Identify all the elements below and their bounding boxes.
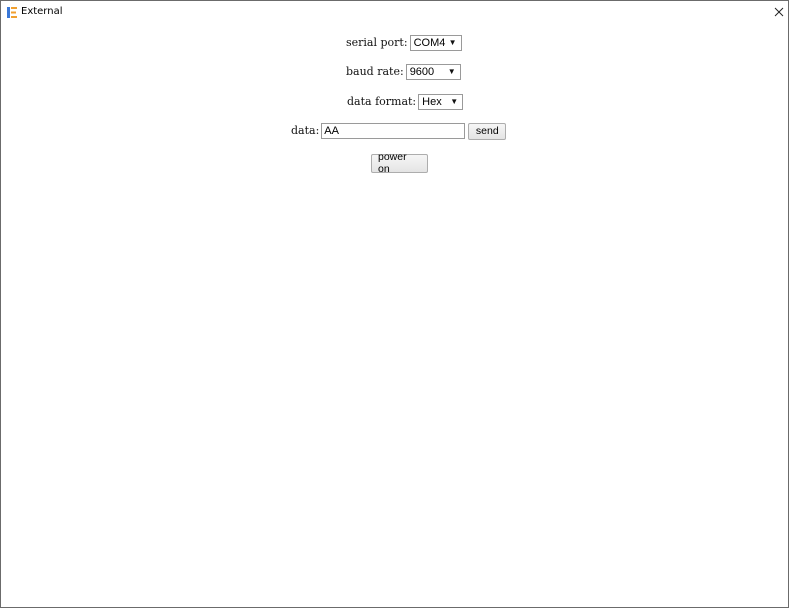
data-row: data: AA send: [291, 122, 507, 140]
send-button[interactable]: send: [468, 122, 507, 140]
close-icon[interactable]: [771, 4, 787, 20]
serial-port-value: COM4: [413, 37, 446, 49]
content-area: serial port: COM4 ▼ baud rate: 9600 ▼ da…: [1, 23, 788, 607]
serial-port-label: serial port:: [346, 36, 408, 49]
data-input[interactable]: AA: [321, 123, 466, 139]
baud-rate-value: 9600: [409, 66, 435, 78]
data-format-row: data format: Hex ▼: [347, 93, 464, 111]
app-window: External serial port: COM4 ▼ baud rate: …: [0, 0, 789, 608]
data-label: data:: [291, 124, 320, 137]
dropdown-arrow-icon: ▼: [450, 97, 459, 106]
serial-port-row: serial port: COM4 ▼: [346, 34, 462, 52]
baud-rate-label: baud rate:: [346, 65, 404, 78]
data-format-select[interactable]: Hex ▼: [418, 94, 464, 110]
external-app-icon: [7, 7, 17, 18]
dropdown-arrow-icon: ▼: [447, 67, 456, 76]
data-format-label: data format:: [347, 95, 417, 108]
title-bar[interactable]: External: [1, 1, 788, 23]
power-on-row: power on: [371, 151, 428, 175]
baud-rate-select[interactable]: 9600 ▼: [405, 64, 461, 80]
serial-port-select[interactable]: COM4 ▼: [409, 35, 462, 51]
dropdown-arrow-icon: ▼: [448, 38, 457, 47]
window-title: External: [21, 6, 63, 17]
baud-rate-row: baud rate: 9600 ▼: [346, 63, 461, 81]
power-on-button[interactable]: power on: [371, 151, 428, 175]
data-format-value: Hex: [422, 96, 442, 108]
